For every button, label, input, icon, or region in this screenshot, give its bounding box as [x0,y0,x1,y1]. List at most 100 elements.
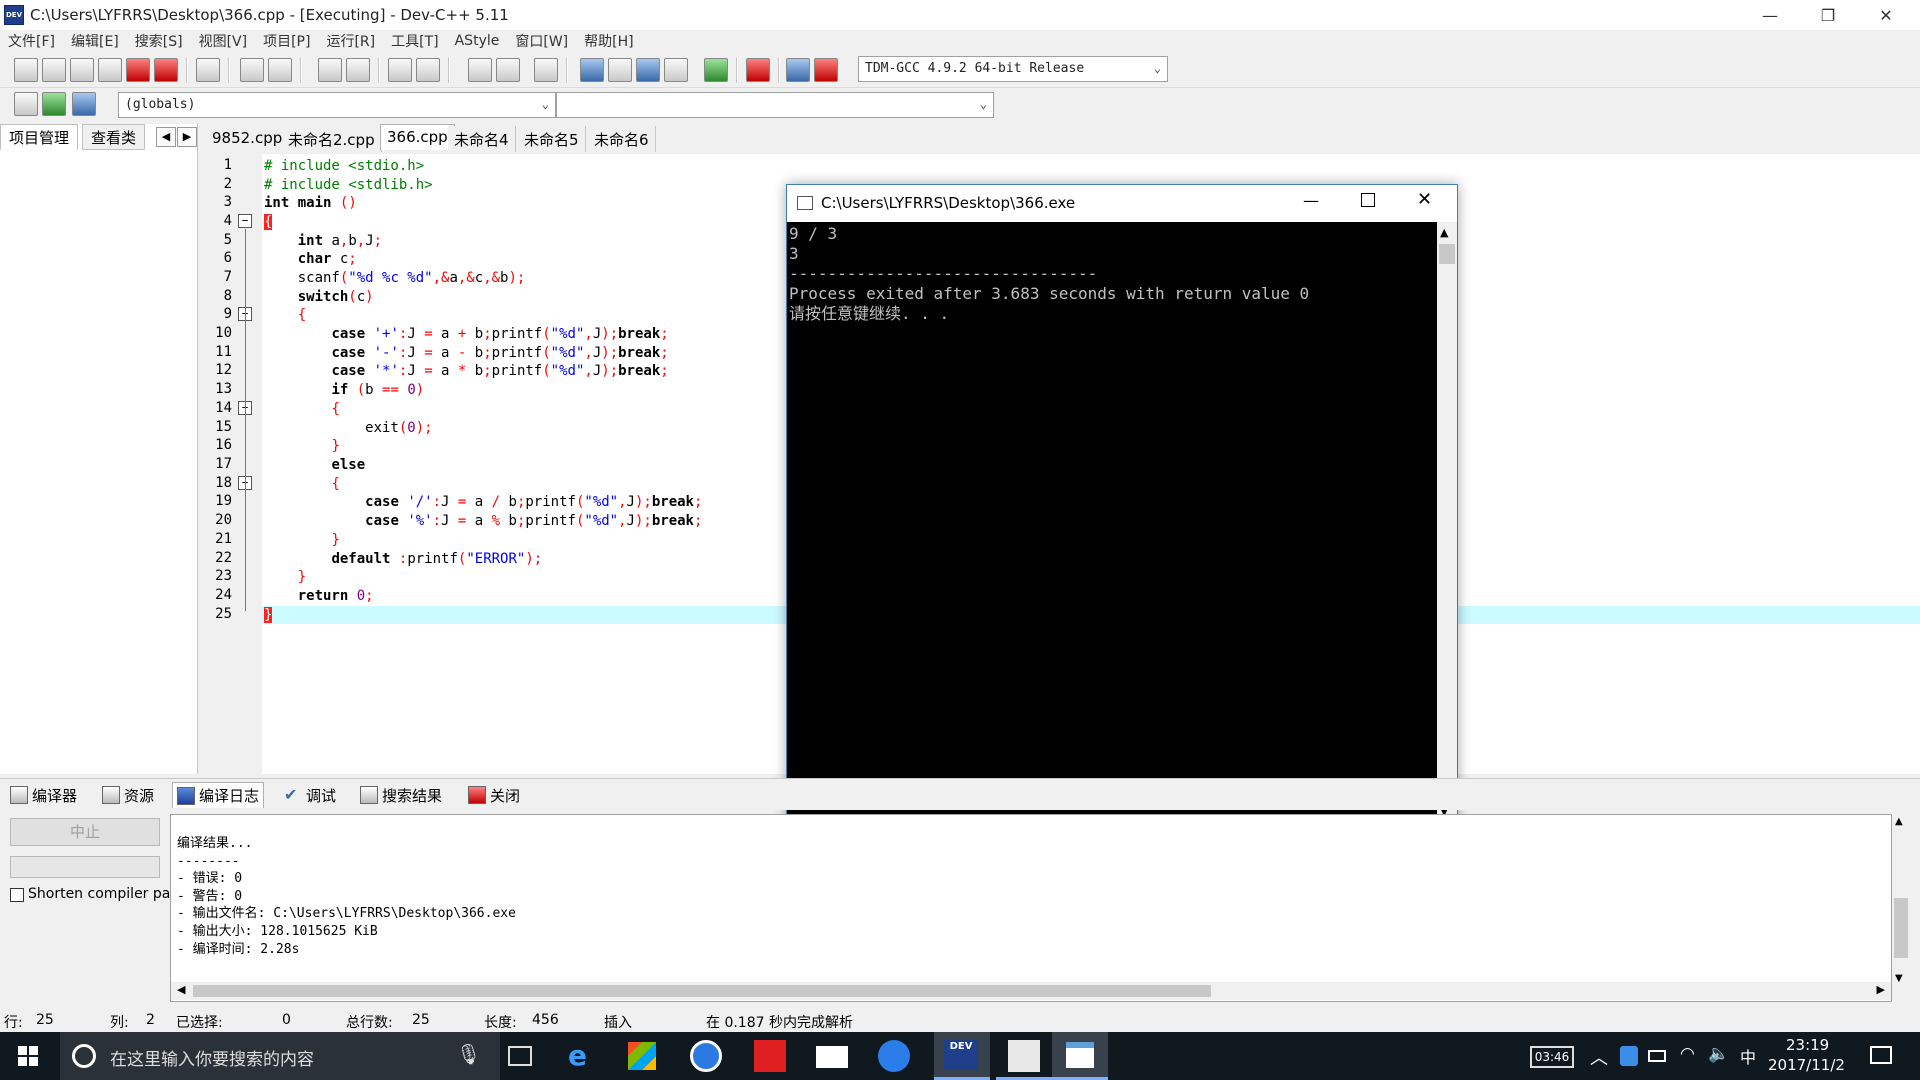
menu-file[interactable]: 文件[F] [0,31,63,51]
devcpp-taskbar-button[interactable]: DEV [934,1032,990,1080]
store-icon[interactable] [628,1042,656,1070]
save-all-icon[interactable] [98,58,122,82]
clock-date[interactable]: 2017/11/2 [1768,1056,1845,1074]
tab-debug[interactable]: ✔ 调试 [280,782,340,808]
close-button[interactable]: ✕ [1858,0,1914,30]
menu-help[interactable]: 帮助[H] [576,31,641,51]
menu-astyle[interactable]: AStyle [447,33,508,49]
menu-run[interactable]: 运行[R] [318,31,383,51]
console-scrollbar[interactable]: ▲ ▼ [1437,222,1457,822]
clock-app-icon[interactable] [690,1040,722,1072]
battery-icon[interactable] [1648,1050,1666,1062]
minimize-button[interactable]: — [1742,0,1798,30]
tab-resources[interactable]: 资源 [98,782,158,808]
task-view-icon[interactable] [508,1046,532,1066]
volume-icon[interactable]: 🔈 [1708,1044,1729,1064]
red-app-icon[interactable] [754,1040,786,1072]
replace-icon[interactable] [346,58,370,82]
restore-button[interactable]: ❐ [1800,0,1856,30]
console-window[interactable]: C:\Users\LYFRRS\Desktop\366.exe — ✕ 9 / … [786,184,1458,824]
add-to-project-icon[interactable] [42,92,66,116]
stop-execution-icon[interactable] [746,58,770,82]
tab-close[interactable]: 关闭 [464,782,524,808]
run-icon[interactable] [608,58,632,82]
menu-project[interactable]: 项目[P] [255,31,318,51]
menu-view[interactable]: 视图[V] [191,31,256,51]
scrollbar-thumb[interactable] [193,985,1211,997]
function-select[interactable]: ⌄ [556,92,994,118]
syntax-check-icon[interactable] [704,58,728,82]
console-minimize-button[interactable]: — [1303,191,1319,210]
windows-start-icon[interactable] [18,1046,38,1066]
menu-search[interactable]: 搜索[S] [127,31,191,51]
toggle-comment-icon[interactable] [534,58,558,82]
project-options-icon[interactable] [72,92,96,116]
new-file-icon[interactable] [14,58,38,82]
open-file-icon[interactable] [42,58,66,82]
globals-select[interactable]: (globals) ⌄ [118,92,556,118]
bookmark-forward-icon[interactable] [496,58,520,82]
tab-project-manager[interactable]: 项目管理 [0,124,79,150]
tab-untitled4[interactable]: 未命名4 [448,126,516,152]
scroll-right-icon[interactable]: ▶ [1877,983,1885,996]
scrollbar-thumb[interactable] [1439,244,1455,264]
close-all-icon[interactable] [154,58,178,82]
abort-button[interactable]: 中止 [10,818,160,846]
tab-9852-cpp[interactable]: 9852.cpp [206,126,290,152]
tab-class-browser[interactable]: 查看类 [82,124,146,150]
indent-icon[interactable] [388,58,412,82]
menu-tools[interactable]: 工具[T] [383,31,446,51]
redo-icon[interactable] [268,58,292,82]
clock-time[interactable]: 23:19 [1786,1036,1829,1054]
scroll-up-icon[interactable]: ▲ [1895,816,1903,827]
microphone-icon[interactable]: 🎙 [456,1042,481,1066]
compile-icon[interactable] [580,58,604,82]
shield-icon[interactable] [1620,1046,1638,1066]
scrollbar-thumb[interactable] [1894,898,1908,958]
scroll-up-icon[interactable]: ▲ [1440,226,1448,239]
compile-run-icon[interactable] [636,58,660,82]
console-close-button[interactable]: ✕ [1417,189,1432,210]
taskbar-search-box[interactable]: 在这里输入你要搜索的内容 🎙 [60,1032,500,1080]
tab-compiler[interactable]: 编译器 [6,782,81,808]
find-icon[interactable] [318,58,342,82]
save-icon[interactable] [70,58,94,82]
console-taskbar-button[interactable] [1052,1032,1108,1080]
menu-window[interactable]: 窗口[W] [507,31,576,51]
tab-366-cpp[interactable]: 366.cpp [380,124,455,150]
unindent-icon[interactable] [416,58,440,82]
menu-edit[interactable]: 编辑[E] [63,31,127,51]
profile-chart-icon[interactable] [786,58,810,82]
fold-minus-icon[interactable]: − [238,214,252,228]
compiler-select[interactable]: TDM-GCC 4.9.2 64-bit Release ⌄ [858,56,1168,82]
undo-icon[interactable] [240,58,264,82]
tab-untitled2-cpp[interactable]: 未命名2.cpp [282,126,382,152]
scroll-down-icon[interactable]: ▼ [1895,973,1903,984]
game-taskbar-button[interactable] [996,1032,1052,1080]
scroll-left-icon[interactable]: ◀ [177,983,185,996]
log-horizontal-scrollbar[interactable]: ◀ ▶ [171,982,1891,1000]
mail-icon[interactable] [816,1046,848,1068]
edge-browser-icon[interactable]: e [568,1040,600,1072]
tab-untitled5[interactable]: 未命名5 [518,126,586,152]
close-file-icon[interactable] [126,58,150,82]
bookmark-back-icon[interactable] [468,58,492,82]
chevron-right-icon[interactable]: ▶ [177,127,197,147]
chevron-up-icon[interactable]: ︿ [1590,1044,1608,1070]
wifi-icon[interactable]: ◠ [1680,1044,1695,1064]
notification-center-icon[interactable] [1870,1046,1892,1064]
console-output[interactable]: 9 / 3 3 -------------------------------- Pr… [787,222,1437,822]
console-maximize-button[interactable] [1361,193,1375,207]
sogou-icon[interactable] [878,1040,910,1072]
compile-log[interactable]: 编译结果... -------- - 错误: 0- 警告: 0 - 输出文件名: C:… [170,814,1892,1002]
shorten-checkbox[interactable] [10,888,24,902]
log-vertical-scrollbar[interactable]: ▲ ▼ [1892,814,1910,986]
battery-time-badge[interactable]: 03:46 [1530,1046,1574,1068]
print-icon[interactable] [196,58,220,82]
tab-compile-log[interactable]: 编译日志 [172,782,265,808]
tab-untitled6[interactable]: 未命名6 [588,126,656,152]
tab-search-results[interactable]: 搜索结果 [356,782,446,808]
chevron-left-icon[interactable]: ◀ [156,127,176,147]
new-project-icon[interactable] [14,92,38,116]
debug-icon[interactable] [814,58,838,82]
